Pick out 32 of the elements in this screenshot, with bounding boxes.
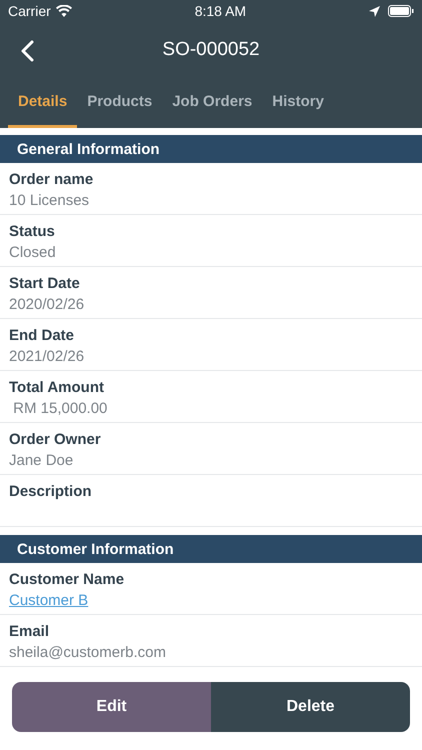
field-label: Total Amount <box>9 379 105 396</box>
field-label: Order Owner <box>9 431 102 448</box>
tab[interactable]: History <box>262 78 334 128</box>
field-label: Customer Name <box>9 571 126 588</box>
field-label: Status <box>9 223 56 240</box>
edit-button[interactable]: Edit <box>12 682 211 732</box>
status-time: 8:18 AM <box>194 3 246 19</box>
back-chevron-icon <box>20 40 34 62</box>
tab[interactable]: Details <box>8 78 78 128</box>
location-arrow-icon <box>369 6 380 16</box>
field-label: Email <box>9 623 50 640</box>
field-value: sheila@customerb.com <box>9 644 167 661</box>
nav-title: SO-000052 <box>162 39 260 61</box>
field-label: Order name <box>9 171 94 188</box>
section-header: General Information <box>0 135 422 163</box>
field-label: Description <box>9 483 93 500</box>
field-value: 10 Licenses <box>9 192 90 209</box>
field-label: End Date <box>9 327 76 344</box>
field-value: Closed <box>9 244 57 261</box>
field-value: 2020/02/26 <box>9 296 86 313</box>
carrier-name: Carrier <box>8 3 51 19</box>
tab[interactable]: Job Orders <box>162 78 262 128</box>
field-link[interactable]: Customer B <box>9 592 88 609</box>
wifi-icon <box>56 5 72 17</box>
field-label: Start Date <box>9 275 81 292</box>
tab[interactable]: Products <box>77 78 162 128</box>
field-value: RM 15,000.00 <box>12 400 108 417</box>
delete-button[interactable]: Delete <box>211 682 410 732</box>
field-value: 2021/02/26 <box>9 348 86 365</box>
section-header: Customer Information <box>0 535 422 563</box>
battery-icon <box>388 5 414 17</box>
field-value: Jane Doe <box>9 452 74 469</box>
